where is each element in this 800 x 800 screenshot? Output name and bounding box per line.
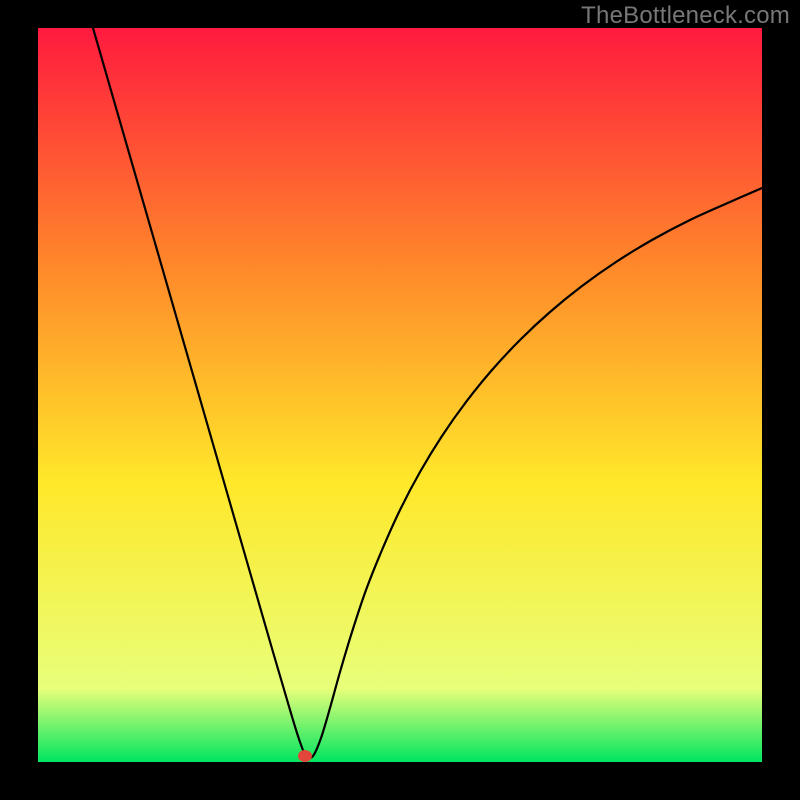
bottleneck-chart: [38, 28, 762, 762]
watermark-text: TheBottleneck.com: [581, 2, 790, 30]
gradient-background: [38, 28, 762, 762]
minimum-marker: [298, 750, 312, 762]
chart-frame: TheBottleneck.com: [0, 0, 800, 800]
plot-container: [38, 28, 762, 762]
